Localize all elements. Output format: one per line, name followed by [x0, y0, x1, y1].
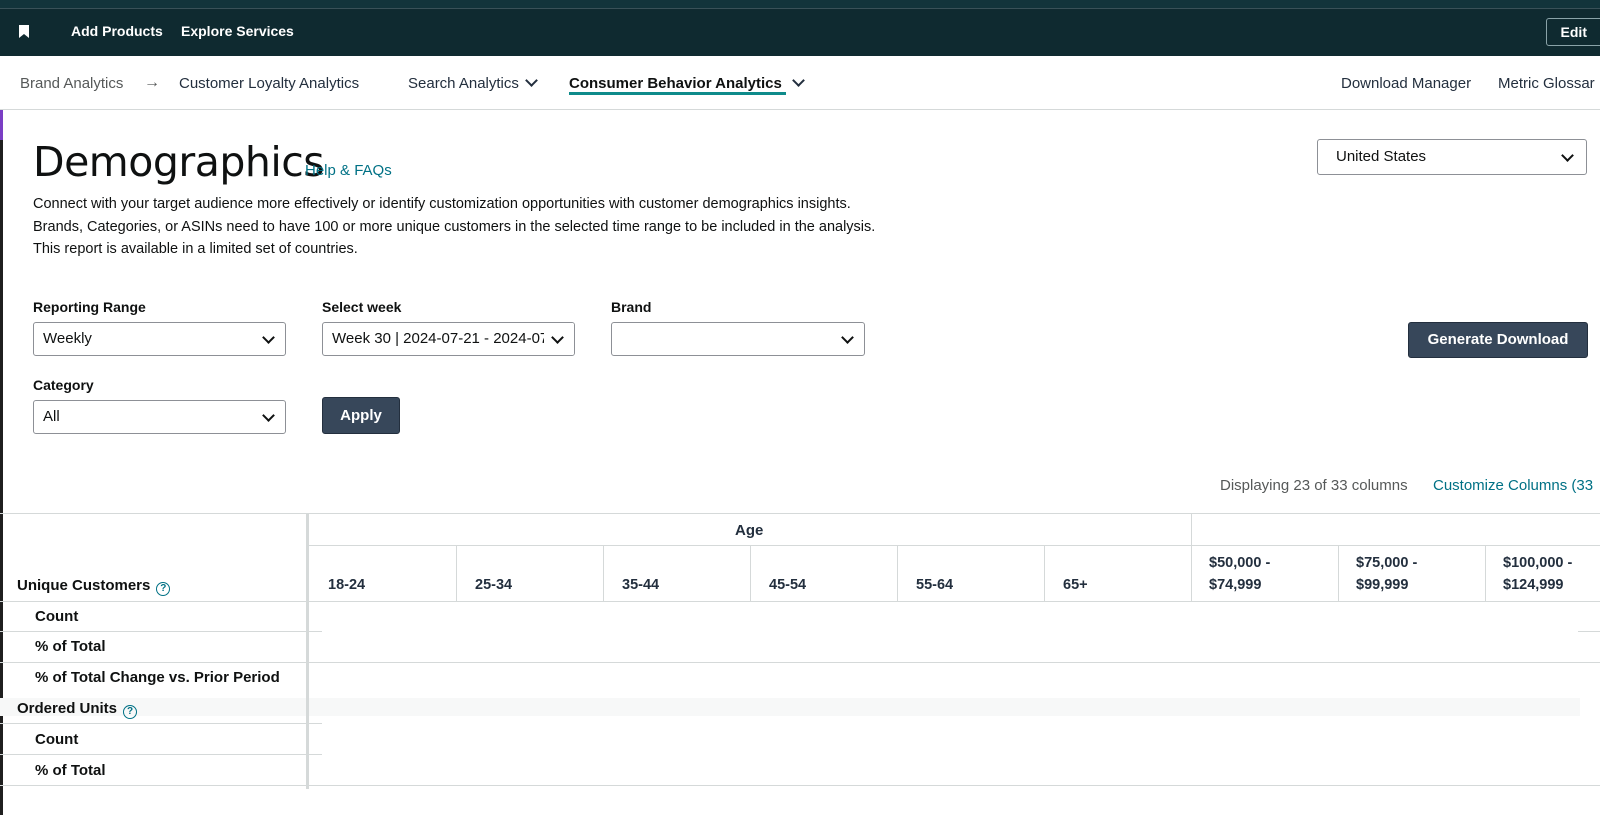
column-header-income-75k-100k[interactable]: $75,000 - $99,999	[1356, 552, 1417, 596]
select-week-label: Select week	[322, 299, 402, 315]
row-label-percent-change: % of Total Change vs. Prior Period	[35, 669, 280, 686]
column-header-line: $50,000 -	[1209, 555, 1271, 571]
select-week-value: Week 30 | 2024-07-21 - 2024-07-27	[332, 330, 570, 347]
help-icon[interactable]: ?	[156, 582, 171, 596]
table-border	[0, 754, 322, 755]
category-value: All	[43, 408, 60, 425]
breadcrumb-brand-analytics[interactable]: Brand Analytics	[20, 75, 123, 92]
explore-services-link[interactable]: Explore Services	[181, 23, 294, 39]
table-border	[1191, 513, 1192, 601]
table-border	[0, 662, 1600, 663]
chevron-down-icon	[841, 331, 854, 344]
country-select[interactable]: United States	[1317, 139, 1587, 175]
nav-download-manager[interactable]: Download Manager	[1341, 75, 1471, 92]
column-header-line: $75,000 -	[1356, 555, 1418, 571]
section-ordered-units: Ordered Units?	[17, 700, 138, 719]
column-header-55-64[interactable]: 55-64	[916, 574, 953, 596]
table-border	[603, 545, 604, 601]
section-row-band	[0, 698, 1580, 716]
help-icon[interactable]: ?	[123, 705, 138, 719]
column-header-income-50k-75k[interactable]: $50,000 - $74,999	[1209, 552, 1270, 596]
generate-download-button[interactable]: Generate Download	[1408, 322, 1588, 358]
sticky-column-divider	[306, 513, 309, 789]
customize-columns-link[interactable]: Customize Columns (33	[1433, 477, 1593, 494]
top-bar: Add Products Explore Services Edit	[0, 0, 1600, 56]
nav-consumer-behavior-label: Consumer Behavior Analytics	[569, 75, 782, 92]
nav-search-analytics[interactable]: Search Analytics	[408, 74, 538, 92]
bookmark-icon[interactable]	[19, 25, 29, 38]
row-label-percent-total: % of Total	[35, 762, 106, 779]
browser-strip	[0, 0, 1600, 9]
table-border	[0, 785, 1600, 786]
reporting-range-select[interactable]: Weekly	[33, 322, 286, 356]
help-faqs-link[interactable]: Help & FAQs	[305, 162, 392, 179]
nav-search-analytics-label: Search Analytics	[408, 75, 519, 92]
table-border	[897, 545, 898, 601]
brand-label: Brand	[611, 299, 652, 315]
reporting-range-value: Weekly	[43, 330, 92, 347]
nav-customer-loyalty-analytics[interactable]: Customer Loyalty Analytics	[179, 75, 359, 92]
column-header-line: $124,999	[1503, 577, 1564, 593]
reporting-range-label: Reporting Range	[33, 299, 146, 315]
row-label-count: Count	[35, 608, 79, 625]
table-border	[750, 545, 751, 601]
column-header-65-plus[interactable]: 65+	[1063, 574, 1088, 596]
section-label: Ordered Units	[17, 700, 118, 717]
chevron-down-icon	[525, 74, 538, 87]
select-week-select[interactable]: Week 30 | 2024-07-21 - 2024-07-27	[322, 322, 575, 356]
columns-displayed-info: Displaying 23 of 33 columns	[1220, 477, 1408, 494]
column-header-35-44[interactable]: 35-44	[622, 574, 659, 596]
section-unique-customers: Unique Customers?	[17, 577, 171, 596]
category-label: Category	[33, 377, 94, 393]
row-label-count: Count	[35, 731, 79, 748]
table-border	[1044, 545, 1045, 601]
column-header-18-24[interactable]: 18-24	[328, 574, 365, 596]
table-border	[0, 513, 1600, 514]
edit-button[interactable]: Edit	[1545, 18, 1600, 46]
table-border	[0, 601, 1600, 602]
window-edge-accent	[0, 110, 3, 140]
table-border	[1485, 545, 1486, 601]
active-tab-underline	[569, 92, 786, 95]
brand-select[interactable]	[611, 322, 865, 356]
table-border	[1338, 545, 1339, 601]
nav-metric-glossary[interactable]: Metric Glossar	[1498, 75, 1595, 92]
table-border	[309, 545, 1600, 546]
country-select-value: United States	[1336, 148, 1427, 165]
column-header-45-54[interactable]: 45-54	[769, 574, 806, 596]
column-header-line: $100,000 -	[1503, 555, 1573, 571]
description-line: This report is available in a limited se…	[33, 241, 358, 257]
table-border	[1578, 631, 1600, 632]
analytics-nav: Brand Analytics → Customer Loyalty Analy…	[0, 56, 1600, 110]
add-products-link[interactable]: Add Products	[71, 23, 163, 39]
column-header-line: $74,999	[1209, 577, 1262, 593]
section-label: Unique Customers	[17, 577, 151, 594]
column-header-25-34[interactable]: 25-34	[475, 574, 512, 596]
category-select[interactable]: All	[33, 400, 286, 434]
page-description: Connect with your target audience more e…	[33, 193, 875, 261]
table-border	[0, 723, 322, 724]
column-header-line: $99,999	[1356, 577, 1409, 593]
page-title: Demographics	[33, 138, 325, 186]
description-line: Connect with your target audience more e…	[33, 196, 851, 212]
age-group-header: Age	[735, 522, 764, 539]
apply-button[interactable]: Apply	[322, 397, 400, 434]
table-border	[0, 631, 322, 632]
column-header-income-100k-125k[interactable]: $100,000 - $124,999	[1503, 552, 1572, 596]
table-border	[456, 545, 457, 601]
chevron-down-icon	[791, 74, 805, 87]
row-label-percent-total: % of Total	[35, 638, 106, 655]
nav-consumer-behavior-analytics[interactable]: Consumer Behavior Analytics	[569, 74, 805, 92]
breadcrumb-arrow-icon: →	[144, 74, 160, 91]
description-line: Brands, Categories, or ASINs need to hav…	[33, 218, 876, 235]
